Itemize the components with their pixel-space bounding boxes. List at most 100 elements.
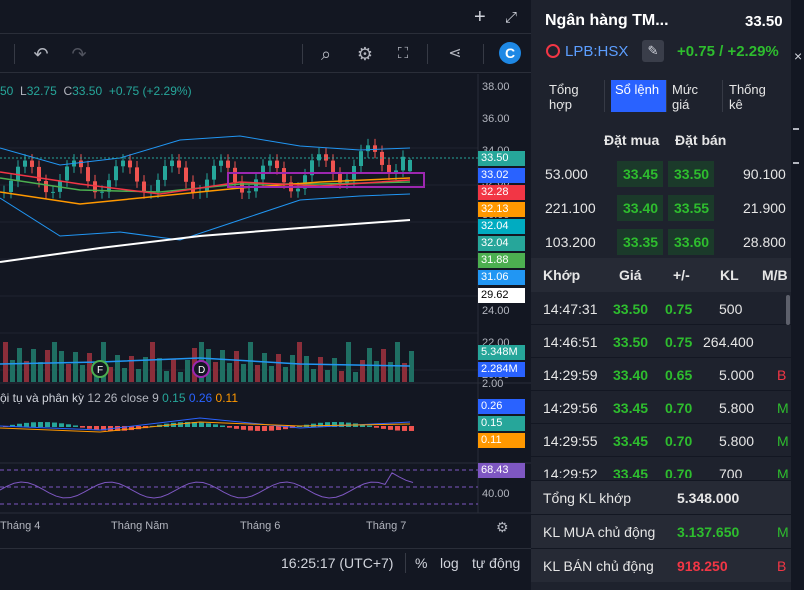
- y-tick: 38.00: [482, 81, 510, 93]
- volume-bar: [220, 350, 225, 382]
- macd-hist: [80, 426, 85, 428]
- book-header: Đặt mua Đặt bán: [531, 124, 791, 157]
- candle-body: [408, 160, 412, 172]
- x-tick: Tháng Năm: [111, 520, 169, 532]
- ma-200: [0, 219, 411, 263]
- candle-body: [30, 160, 34, 167]
- volume-bar: [213, 362, 218, 382]
- rsi-tick: 40.00: [482, 488, 510, 500]
- macd-hist: [38, 422, 43, 427]
- right-strip: ×: [791, 0, 804, 590]
- trade-row: 14:29:55 33.45 0.70 5.800 M: [531, 424, 791, 457]
- candle-body: [205, 179, 209, 192]
- macd-hist: [395, 426, 400, 431]
- candle-body: [121, 160, 125, 167]
- candle-body: [268, 160, 272, 166]
- ticker[interactable]: LPB:HSX: [565, 43, 628, 60]
- settings-icon[interactable]: ⚙: [496, 519, 509, 536]
- sell-header: Đặt bán: [675, 132, 727, 148]
- summary-row: Tổng KL khớp 5.348.000: [531, 480, 791, 514]
- candle-body: [191, 181, 195, 193]
- volume-bar: [276, 354, 281, 382]
- x-tick: Tháng 7: [366, 520, 407, 532]
- macd-hist: [367, 425, 372, 427]
- clock-icon: [546, 44, 560, 58]
- candle-body: [184, 167, 188, 182]
- y-tick: 36.00: [482, 113, 510, 125]
- candle-body: [366, 145, 370, 152]
- price-label: 0.11: [478, 433, 525, 448]
- volume-marker-label: D: [198, 365, 205, 376]
- scrollbar[interactable]: [786, 295, 790, 325]
- tab-price-level[interactable]: Mức giá: [668, 80, 723, 112]
- trade-row: 14:29:59 33.40 0.65 5.000 B: [531, 358, 791, 391]
- volume-bar: [346, 342, 351, 382]
- candle-body: [226, 160, 230, 168]
- price-label: 32.04: [478, 219, 525, 234]
- volume-bar: [136, 369, 141, 382]
- ask-volume: 28.800: [743, 234, 786, 250]
- trade-row: 14:29:56 33.45 0.70 5.800 M: [531, 391, 791, 424]
- close-icon[interactable]: ×: [794, 48, 802, 64]
- col-volume: KL: [720, 267, 739, 283]
- volume-bar: [157, 358, 162, 382]
- book-row: 103.200 33.35 33.60 28.800: [531, 225, 791, 259]
- macd-hist: [269, 426, 274, 431]
- volume-bar: [311, 369, 316, 382]
- chart-area[interactable]: + ⤢ ↶ ↷ ⌕ ⚙ ⛶ ⋖ C FD 50 L32.75 C33.50 +0…: [0, 0, 531, 590]
- volume-bar: [339, 371, 344, 382]
- macd-hist: [241, 426, 246, 430]
- trades-list[interactable]: 14:47:31 33.50 0.75 500 14:46:51 33.50 0…: [531, 292, 791, 478]
- col-time: Khớp: [543, 267, 581, 283]
- volume-bar: [255, 365, 260, 382]
- candle-body: [219, 160, 223, 166]
- stock-change: +0.75 / +2.29%: [677, 43, 779, 60]
- stock-name: Ngân hàng TM...: [545, 12, 669, 29]
- candle-body: [170, 160, 174, 167]
- summary-row: KL MUA chủ động 3.137.650 M: [531, 514, 791, 548]
- bid-volume: 53.000: [545, 166, 588, 182]
- price-label: 68.43: [478, 463, 525, 478]
- candle-body: [247, 191, 251, 193]
- auto-toggle[interactable]: tự động: [472, 555, 520, 571]
- candle-body: [324, 154, 328, 161]
- book-row: 221.100 33.40 33.55 21.900: [531, 191, 791, 225]
- candle-body: [156, 179, 160, 192]
- macd-hist: [381, 426, 386, 429]
- tab-summary[interactable]: Tổng hợp: [545, 80, 605, 112]
- tab-stats[interactable]: Thống kê: [725, 80, 785, 112]
- volume-bar: [269, 366, 274, 382]
- macd-hist: [52, 422, 57, 427]
- candle-body: [51, 191, 55, 193]
- macd-hist: [87, 426, 92, 429]
- edit-icon[interactable]: ✎: [642, 40, 664, 62]
- macd-hist: [66, 424, 71, 427]
- volume-bar: [17, 348, 22, 382]
- bid-volume: 103.200: [545, 234, 596, 250]
- percent-toggle[interactable]: %: [415, 555, 427, 571]
- candle-body: [65, 166, 69, 181]
- volume-bar: [164, 371, 169, 382]
- x-tick: Tháng 4: [0, 520, 41, 532]
- volume-bar: [3, 342, 8, 382]
- macd-hist: [262, 426, 267, 431]
- volume-bar: [248, 342, 253, 382]
- candle-body: [373, 145, 377, 152]
- price-label: 2.284M: [478, 362, 525, 377]
- ask-price: 33.60: [674, 234, 710, 250]
- log-toggle[interactable]: log: [440, 555, 459, 571]
- volume-bar: [297, 342, 302, 382]
- volume-bar: [115, 355, 120, 382]
- macd-hist: [213, 424, 218, 427]
- volume-bar: [122, 368, 127, 382]
- price-label: 5.348M: [478, 345, 525, 360]
- tab-orderbook[interactable]: Sổ lệnh: [611, 80, 667, 112]
- macd-hist: [94, 426, 99, 430]
- price-label: 32.28: [478, 185, 525, 200]
- book-row: 53.000 33.45 33.50 90.100: [531, 157, 791, 191]
- trade-row: 14:46:51 33.50 0.75 264.400: [531, 325, 791, 358]
- macd-hist: [31, 422, 36, 427]
- volume-bar: [59, 351, 64, 382]
- menu-icon[interactable]: [793, 128, 799, 130]
- candle-body: [114, 166, 118, 181]
